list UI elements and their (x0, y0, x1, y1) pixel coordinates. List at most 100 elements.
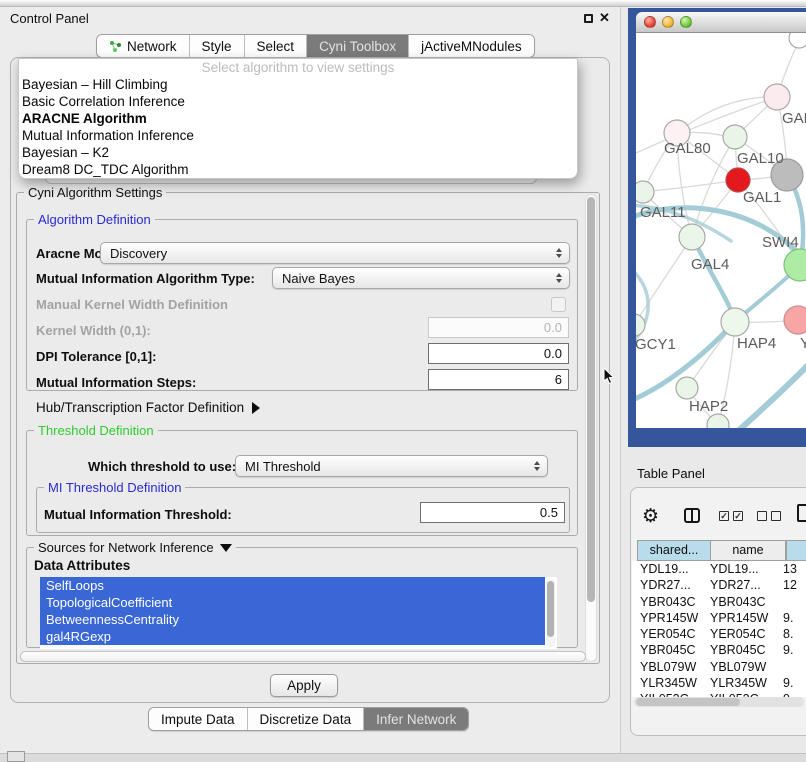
hub-definition-disclosure[interactable]: Hub/Transcription Factor Definition (36, 400, 260, 415)
node-hap4[interactable] (721, 308, 749, 336)
scrollbar-thumb[interactable] (587, 197, 595, 602)
list-item[interactable]: gal4RGexp (40, 628, 545, 645)
group-title: MI Threshold Definition (44, 480, 185, 495)
node-table[interactable]: YDL19...YDL19...13 YDR27...YDR27...12 YB… (632, 561, 806, 697)
cell: 9. (781, 675, 806, 691)
settings-vertical-scrollbar[interactable] (585, 194, 597, 662)
minimized-panel-icon[interactable] (7, 751, 25, 762)
network-nodes (636, 33, 806, 428)
dropdown-item[interactable]: Mutual Information Inference (19, 127, 577, 144)
tab-label: Discretize Data (260, 712, 352, 727)
tab-select[interactable]: Select (244, 35, 307, 57)
dropdown-item[interactable]: Dream8 DC_TDC Algorithm (19, 161, 577, 178)
list-scrollbar[interactable] (546, 579, 555, 647)
node-salmon[interactable] (784, 306, 806, 334)
manual-kernel-width-label: Manual Kernel Width Definition (36, 297, 228, 312)
list-item[interactable]: SelfLoops (40, 577, 545, 594)
stepper-arrows-icon (534, 461, 540, 471)
hub-definition-label: Hub/Transcription Factor Definition (36, 400, 244, 415)
scrollbar-thumb[interactable] (636, 698, 740, 706)
tab-style[interactable]: Style (189, 35, 244, 57)
columns-icon[interactable] (684, 508, 700, 523)
tab-infer-network[interactable]: Infer Network (363, 708, 468, 730)
node[interactable] (789, 33, 806, 48)
node-gcy1[interactable] (636, 314, 645, 336)
table-horizontal-scrollbar[interactable] (634, 697, 804, 707)
kernel-width-field[interactable]: 0.0 (428, 317, 569, 338)
control-panel-tabs: Network Style Select Cyni Toolbox jActiv… (96, 34, 535, 58)
group-title: Algorithm Definition (34, 212, 155, 227)
cell: YBR043C (632, 594, 706, 610)
table-row[interactable]: YDL19...YDL19...13 (632, 561, 806, 577)
gear-icon[interactable]: ⚙ (642, 506, 659, 526)
chevron-right-icon (252, 402, 260, 414)
node-label: GAL1 (743, 189, 781, 206)
mi-algorithm-type-select[interactable]: Naive Bayes (272, 267, 570, 289)
zoom-traffic-light-icon[interactable] (680, 16, 692, 28)
minimize-traffic-light-icon[interactable] (662, 16, 674, 28)
tab-network[interactable]: Network (97, 35, 189, 57)
group-title: Sources for Network Inference (34, 540, 236, 555)
cell: YBR045C (706, 642, 781, 658)
select-all-checkboxes-icon[interactable]: ✓✓ (719, 511, 743, 521)
mi-steps-field[interactable]: 6 (428, 369, 569, 390)
node-label: GAL10 (737, 150, 784, 167)
manual-kernel-width-checkbox[interactable] (551, 297, 566, 312)
apply-button[interactable]: Apply (270, 674, 338, 697)
node-gal11[interactable] (636, 181, 654, 203)
dropdown-item[interactable]: Bayesian – Hill Climbing (19, 76, 577, 93)
dropdown-item[interactable]: Basic Correlation Inference (19, 93, 577, 110)
mi-threshold-field[interactable]: 0.5 (420, 502, 565, 523)
selected-value: MI Threshold (245, 459, 321, 474)
dpi-tolerance-field[interactable]: 0.0 (428, 343, 569, 364)
tab-cyni-toolbox[interactable]: Cyni Toolbox (306, 35, 408, 57)
sources-title: Sources for Network Inference (38, 540, 214, 555)
dropdown-item-selected[interactable]: ARACNE Algorithm (19, 110, 577, 127)
float-window-icon[interactable] (584, 14, 593, 23)
table-row[interactable]: YBR045CYBR045C9. (632, 642, 806, 658)
which-threshold-label: Which threshold to use: (88, 459, 236, 474)
node-gal4[interactable] (679, 224, 705, 250)
node[interactable] (764, 84, 790, 110)
tab-impute-data[interactable]: Impute Data (149, 708, 247, 730)
network-window-titlebar[interactable] (636, 12, 806, 33)
chevron-down-icon[interactable] (220, 544, 232, 552)
node-hap2[interactable] (676, 377, 698, 399)
network-canvas[interactable]: GAL GAL80 GAL10 GAL1 GAL11 SWI4 GAL4 GCY… (636, 33, 806, 428)
node-label: Y (800, 335, 806, 352)
list-item[interactable]: BetweennessCentrality (40, 611, 545, 628)
deselect-all-checkboxes-icon[interactable] (757, 511, 781, 521)
mi-threshold-label: Mutual Information Threshold: (44, 507, 232, 522)
tab-jactivemnodules[interactable]: jActiveMNodules (408, 35, 534, 57)
list-item[interactable]: TopologicalCoefficient (40, 594, 545, 611)
group-title: Cyni Algorithm Settings (24, 185, 166, 200)
table-row[interactable]: YBL079WYBL079W (632, 659, 806, 675)
scrollbar-thumb[interactable] (547, 581, 554, 637)
document-icon[interactable] (797, 504, 806, 522)
cell: YPR145W (706, 610, 781, 626)
mi-algorithm-type-label: Mutual Information Algorithm Type: (36, 271, 255, 286)
column-header-shared[interactable]: shared... (637, 540, 711, 561)
column-header-name[interactable]: name (711, 540, 786, 561)
which-threshold-select[interactable]: MI Threshold (235, 455, 548, 477)
tab-label: Select (257, 39, 295, 54)
node-label: GAL4 (691, 256, 729, 273)
cell: YER054C (632, 626, 706, 642)
tab-label: Cyni Toolbox (319, 39, 396, 54)
table-row[interactable]: YBR043CYBR043C (632, 594, 806, 610)
settings-horizontal-scrollbar[interactable] (20, 651, 586, 662)
close-icon[interactable]: ✕ (599, 10, 610, 26)
tab-discretize-data[interactable]: Discretize Data (247, 708, 364, 730)
table-panel-title: Table Panel (637, 466, 705, 481)
aracne-mode-select[interactable]: Discovery (100, 242, 570, 264)
table-row[interactable]: YDR27...YDR27...12 (632, 577, 806, 593)
table-row[interactable]: YLR345WYLR345W9. (632, 675, 806, 691)
table-row[interactable]: YPR145WYPR145W9. (632, 610, 806, 626)
close-traffic-light-icon[interactable] (644, 16, 656, 28)
table-row[interactable]: YER054CYER054C8. (632, 626, 806, 642)
tab-label: jActiveMNodules (421, 39, 522, 54)
node-gal10[interactable] (723, 125, 747, 149)
column-header-partial[interactable] (786, 540, 806, 561)
dropdown-item[interactable]: Bayesian – K2 (19, 144, 577, 161)
algorithm-dropdown-popup: Select algorithm to view settings Bayesi… (18, 58, 578, 179)
